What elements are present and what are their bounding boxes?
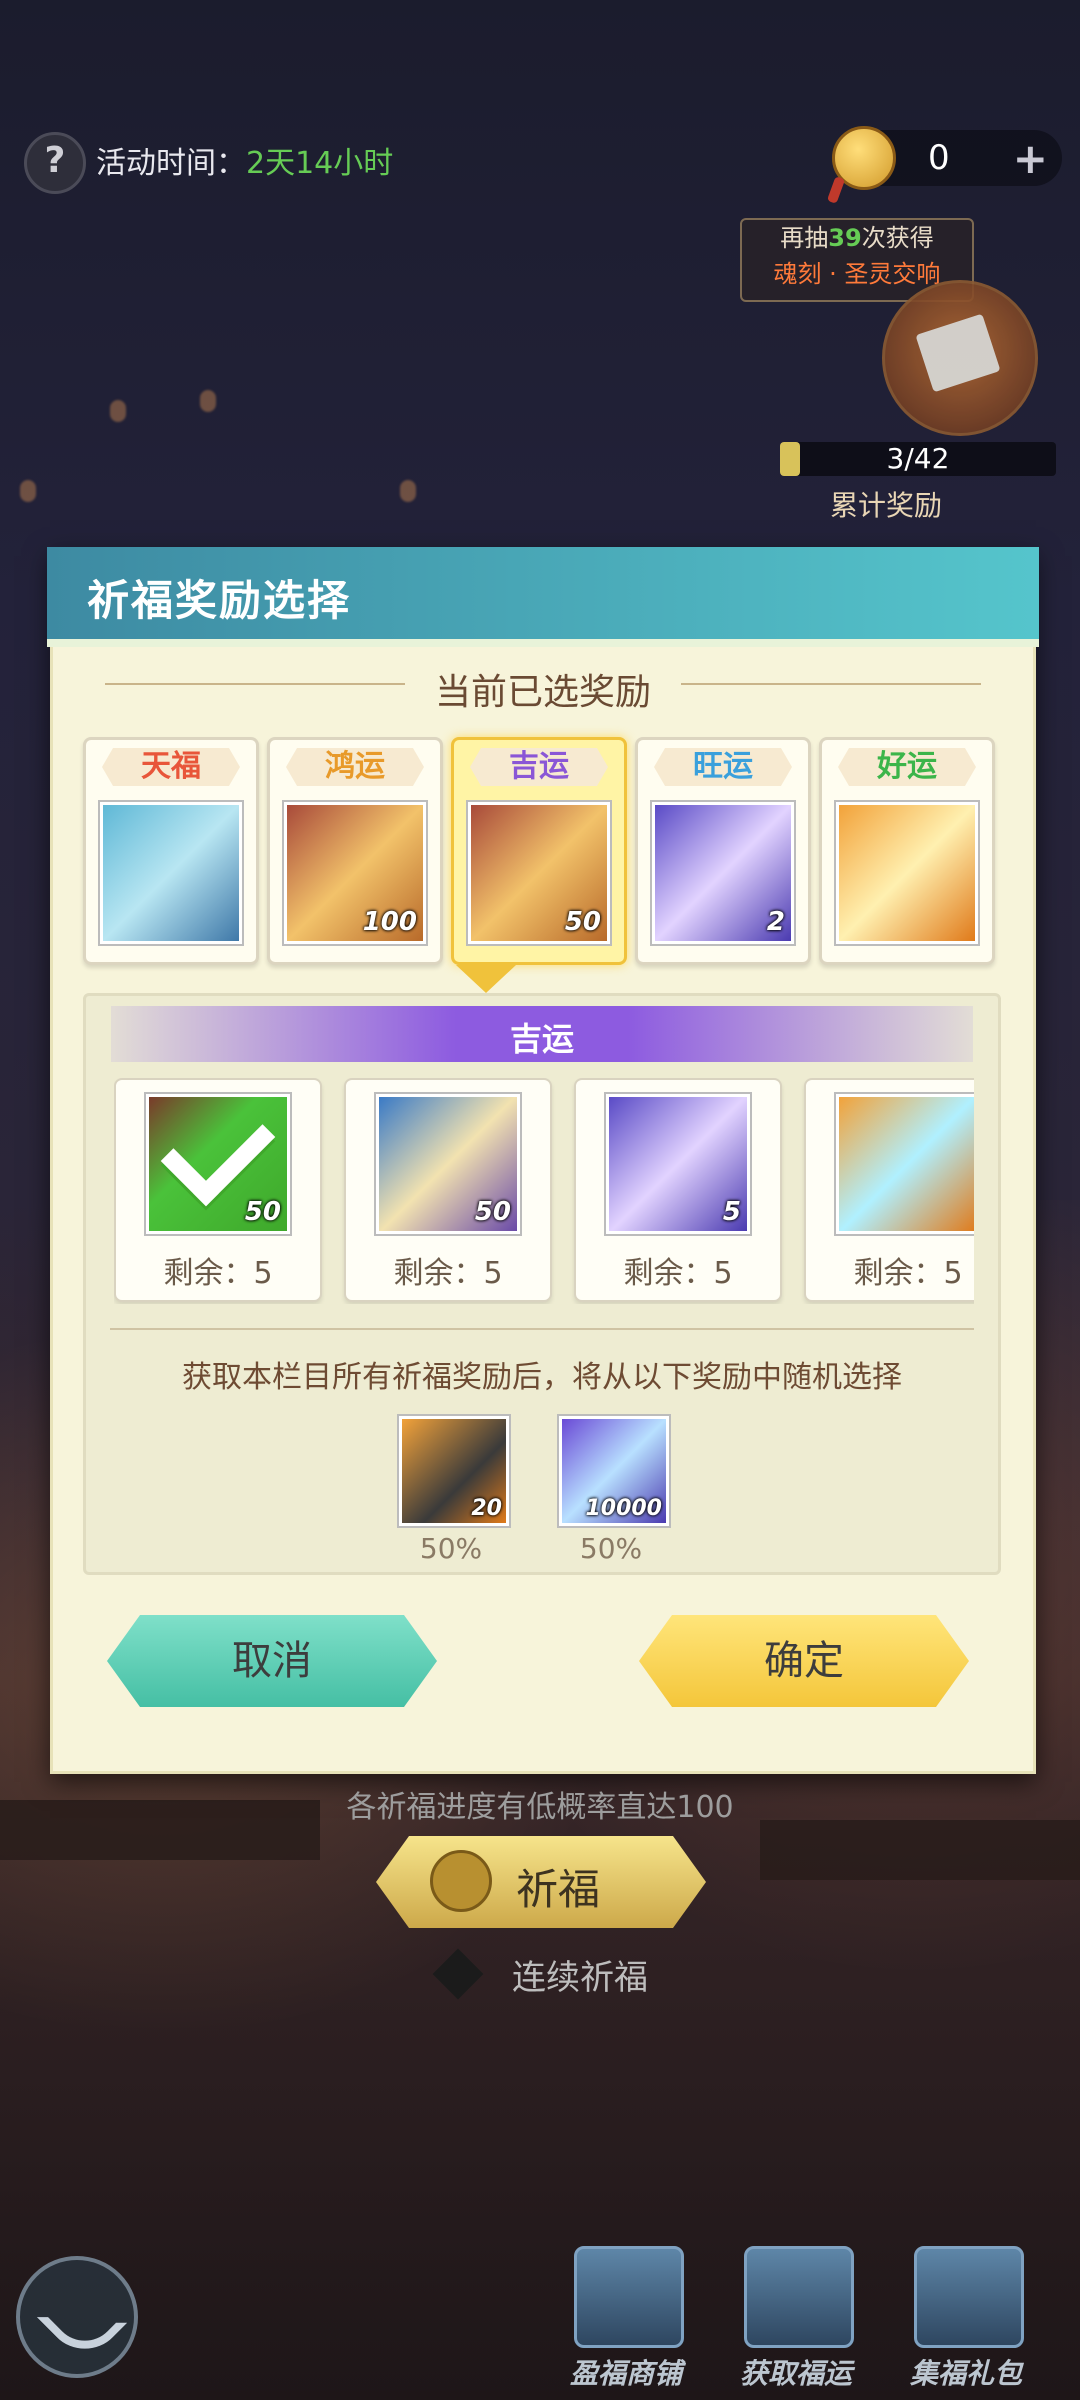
continuous-pray-toggle[interactable]: 连续祈福: [432, 1948, 840, 2000]
coin-icon: [832, 126, 896, 190]
trophy-icon: [836, 1094, 974, 1234]
purple-rune-icon: 2: [652, 802, 794, 944]
reward-list[interactable]: 50 剩余：5 50 剩余：5 5 剩余：5 剩余：5: [114, 1078, 974, 1304]
remaining-count: 剩余：5: [853, 1256, 963, 1291]
tier-card[interactable]: 好运: [819, 737, 995, 965]
item-count: 50: [244, 1197, 281, 1227]
remaining-count: 剩余：5: [393, 1256, 503, 1291]
dock-label: 集福礼包: [909, 2357, 1022, 2390]
remaining-count: 剩余：5: [163, 1256, 273, 1291]
dock-item[interactable]: 集福礼包: [886, 2240, 1046, 2390]
checkmark-icon: [160, 1091, 276, 1207]
scroll-reward-icon: [882, 280, 1038, 436]
tier-name: 鸿运: [286, 748, 424, 786]
tier-detail-panel: 吉运 50 剩余：5 50 剩余：5 5 剩余：5 剩余：5 获取本栏目所有祈福奖励后，将从…: [83, 993, 1001, 1575]
currency-value: 0: [928, 138, 950, 178]
pray-button[interactable]: 祈福: [376, 1836, 706, 1928]
milestone-suffix: 次获得: [861, 224, 934, 252]
milestone-reward[interactable]: 再抽39次获得 魂刻 · 圣灵交响 3/42 累计奖励: [740, 210, 1060, 530]
silver-armor-icon: [100, 802, 242, 944]
milestone-count: 39: [828, 224, 862, 252]
currency-counter: 0 +: [832, 126, 1062, 190]
tier-detail-title: 吉运: [509, 1020, 574, 1058]
milestone-progress-text: 3/42: [886, 442, 950, 475]
tier-detail-header: 吉运: [111, 1006, 973, 1062]
tier-card[interactable]: 天福: [83, 737, 259, 965]
section-title: 当前已选奖励: [434, 672, 651, 713]
back-button[interactable]: [16, 2256, 138, 2378]
tier-card[interactable]: 鸿运 100: [267, 737, 443, 965]
sky-lantern: [20, 480, 36, 502]
tier-name: 天福: [102, 748, 240, 786]
sky-lantern: [110, 400, 126, 422]
amulet-icon: [836, 802, 978, 944]
tier-name: 好运: [838, 748, 976, 786]
item-count: 50: [474, 1197, 511, 1227]
dock-label: 获取福运: [739, 2357, 852, 2390]
help-icon[interactable]: ?: [24, 132, 86, 194]
shop-chest-icon: [574, 2246, 684, 2348]
remaining-count: 剩余：5: [623, 1256, 733, 1291]
gold-armor-icon: 50: [468, 802, 610, 944]
tier-name: 旺运: [654, 748, 792, 786]
probability-hint: 各祈福进度有低概率直达100: [346, 1790, 734, 1825]
dock-item[interactable]: 获取福运: [716, 2240, 876, 2390]
tier-card[interactable]: 吉运 50: [451, 737, 627, 965]
activity-time-value: 2天14小时: [246, 146, 394, 181]
gift-icon: [914, 2246, 1024, 2348]
milestone-label: 累计奖励: [830, 489, 943, 522]
reward-item[interactable]: 50 剩余：5: [344, 1078, 552, 1302]
item-count: 50: [564, 907, 601, 937]
dock-label: 盈福商铺: [569, 2357, 682, 2390]
dialog-header: 祈福奖励选择: [47, 547, 1039, 647]
activity-time-label: 活动时间：: [96, 146, 246, 181]
sky-lantern: [400, 480, 416, 502]
random-reward-text: 获取本栏目所有祈福奖励后，将从以下奖励中随机选择: [182, 1360, 902, 1395]
milestone-prefix: 再抽: [780, 224, 829, 252]
continuous-pray-label: 连续祈福: [512, 1958, 648, 1998]
divider: [110, 1328, 974, 1330]
reward-item[interactable]: 50 剩余：5: [114, 1078, 322, 1302]
boot-stone-icon[interactable]: 20: [399, 1416, 509, 1526]
drop-probability: 50%: [579, 1532, 643, 1565]
sky-lantern: [200, 390, 216, 412]
item-count: 20: [471, 1496, 502, 1521]
top-bar: ? 活动时间：2天14小时 0 +: [18, 120, 1062, 200]
book-icon: [744, 2246, 854, 2348]
tier-card[interactable]: 旺运 2: [635, 737, 811, 965]
item-count: 10000: [585, 1496, 662, 1521]
spell-book-icon: 50: [376, 1094, 520, 1234]
gold-armor-icon: 50: [146, 1091, 290, 1234]
dock-item[interactable]: 盈福商铺: [546, 2240, 706, 2390]
cancel-button[interactable]: 取消: [107, 1615, 437, 1707]
plus-icon[interactable]: +: [1013, 134, 1048, 183]
drop-probability: 50%: [419, 1532, 483, 1565]
coin-icon: [430, 1850, 492, 1912]
blue-crystal-icon[interactable]: 10000: [559, 1416, 669, 1526]
item-count: 100: [362, 907, 417, 937]
tier-name: 吉运: [470, 748, 608, 786]
item-count: 5: [722, 1197, 741, 1227]
tier-list: 天福 鸿运 100 吉运 50 旺运 2 好运: [83, 737, 1003, 967]
roof-silhouette: [760, 1820, 1080, 1880]
dialog-title: 祈福奖励选择: [87, 576, 352, 625]
item-count: 2: [766, 907, 785, 937]
checkbox[interactable]: [432, 1948, 484, 2000]
purple-rune-icon: 5: [606, 1094, 750, 1234]
reward-selection-dialog: 祈福奖励选择 当前已选奖励 天福 鸿运 100 吉运 50 旺运 2 好运 吉运 50 剩余：5…: [47, 547, 1039, 1774]
reward-item[interactable]: 剩余：5: [804, 1078, 974, 1302]
gold-armor-icon: 100: [284, 802, 426, 944]
activity-time: 活动时间：2天14小时: [96, 138, 393, 182]
pray-label: 祈福: [516, 1865, 601, 1914]
milestone-progress-bar: 3/42: [780, 442, 1056, 476]
confirm-button[interactable]: 确定: [639, 1615, 969, 1707]
reward-item[interactable]: 5 剩余：5: [574, 1078, 782, 1302]
back-arrow-icon: [36, 2274, 128, 2366]
selected-pointer: [456, 965, 516, 993]
